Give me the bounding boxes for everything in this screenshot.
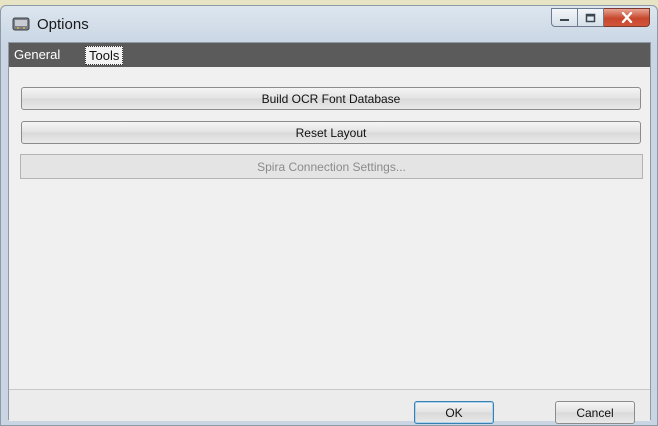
spira-connection-settings-button[interactable]: Spira Connection Settings... — [20, 154, 643, 179]
close-icon — [621, 12, 632, 23]
close-button[interactable] — [604, 8, 650, 27]
window-title: Options — [37, 16, 89, 33]
maximize-icon — [585, 13, 596, 22]
tab-strip: General Tools — [9, 43, 650, 67]
options-client-area: General Tools Build OCR Font Database Re… — [8, 42, 651, 424]
cancel-button[interactable]: Cancel — [555, 401, 635, 424]
build-ocr-font-database-button[interactable]: Build OCR Font Database — [21, 87, 641, 110]
title-bar[interactable]: Options — [1, 6, 657, 42]
tab-tools[interactable]: Tools — [85, 46, 124, 65]
minimize-button[interactable] — [551, 8, 578, 27]
ok-button[interactable]: OK — [414, 401, 494, 424]
dialog-footer — [9, 390, 650, 421]
reset-layout-button[interactable]: Reset Layout — [21, 121, 641, 144]
minimize-icon — [560, 18, 569, 21]
options-window: Options General Tools Build OCR Font Dat… — [0, 5, 658, 426]
maximize-button[interactable] — [578, 8, 604, 27]
caption-buttons — [551, 8, 650, 30]
tab-general[interactable]: General — [14, 47, 60, 62]
app-icon — [12, 16, 30, 32]
